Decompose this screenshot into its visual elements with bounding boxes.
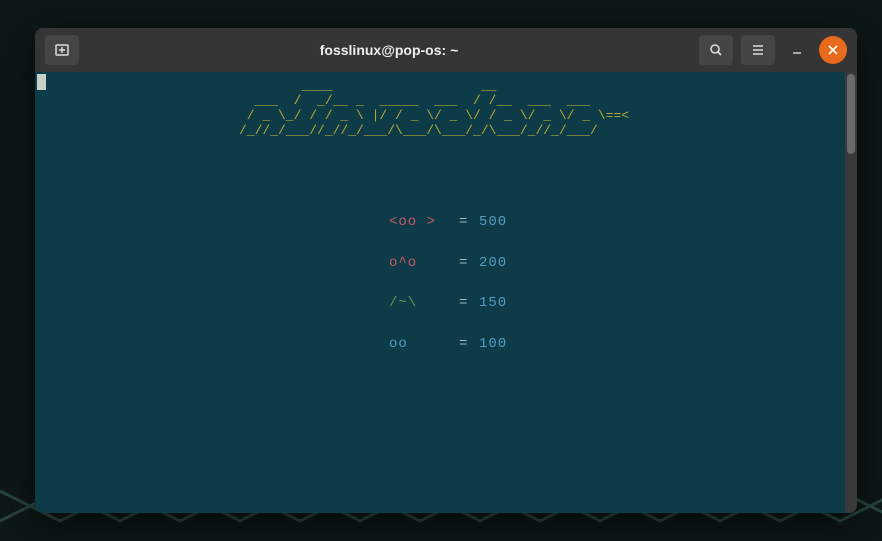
score-equals: = xyxy=(459,255,479,272)
window-title: fosslinux@pop-os: ~ xyxy=(87,42,691,58)
terminal-cursor xyxy=(37,74,46,90)
score-icon: o^o xyxy=(389,255,459,272)
scrollbar-thumb[interactable] xyxy=(847,74,855,154)
score-row: <oo > = 500 xyxy=(389,214,853,231)
close-button[interactable] xyxy=(819,36,847,64)
close-icon xyxy=(828,45,838,55)
terminal-window: fosslinux@pop-os: ~ xyxy=(35,28,857,513)
score-value: 200 xyxy=(479,255,507,272)
new-tab-button[interactable] xyxy=(45,35,79,65)
scrollbar[interactable] xyxy=(845,72,857,513)
hamburger-icon xyxy=(751,43,765,57)
search-icon xyxy=(709,43,723,57)
ninvaders-logo: ____ __ ___ / _/__ _ _____ ___ / /__ ___… xyxy=(239,79,853,139)
titlebar: fosslinux@pop-os: ~ xyxy=(35,28,857,72)
score-equals: = xyxy=(459,295,479,312)
new-tab-icon xyxy=(54,42,70,58)
terminal-content[interactable]: ____ __ ___ / _/__ _ _____ ___ / /__ ___… xyxy=(35,72,857,513)
score-equals: = xyxy=(459,214,479,231)
score-icon: <oo > xyxy=(389,214,459,231)
score-icon: oo xyxy=(389,336,459,353)
score-row: o^o = 200 xyxy=(389,255,853,272)
search-button[interactable] xyxy=(699,35,733,65)
score-value: 500 xyxy=(479,214,507,231)
score-row: /~\ = 150 xyxy=(389,295,853,312)
menu-button[interactable] xyxy=(741,35,775,65)
score-value: 100 xyxy=(479,336,507,353)
minimize-icon xyxy=(791,44,803,56)
score-row: oo = 100 xyxy=(389,336,853,353)
score-value: 150 xyxy=(479,295,507,312)
minimize-button[interactable] xyxy=(783,36,811,64)
score-icon: /~\ xyxy=(389,295,459,312)
score-table: <oo > = 500 o^o = 200 /~\ = 150 oo = 100 xyxy=(389,214,853,353)
score-equals: = xyxy=(459,336,479,353)
